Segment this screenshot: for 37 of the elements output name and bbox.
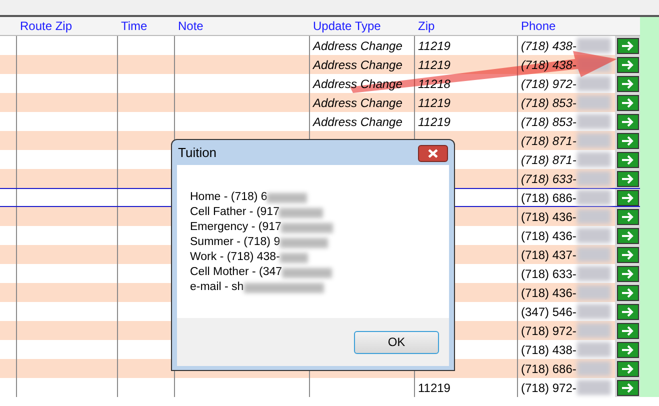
- table-cell-text: (718) 436-: [521, 208, 576, 226]
- table-cell-text: (718) 438-: [521, 342, 576, 358]
- table-cell-text: (718) 438-: [521, 56, 576, 74]
- table-cell-text: (718) 853-: [521, 114, 576, 130]
- table-cell-text: Address Change: [313, 76, 402, 92]
- table-cell-text: (718) 633-: [521, 266, 576, 282]
- table-cell-text: Address Change: [313, 114, 402, 130]
- table-cell-text: 11218: [418, 76, 450, 92]
- table-cell-text: (718) 871-: [521, 152, 576, 168]
- table-cell-text: (718) 972-: [521, 322, 576, 340]
- contact-line: Cell Father - (917: [190, 205, 280, 220]
- dialog-title: Tuition: [178, 144, 217, 162]
- table-cell-text: (718) 436-: [521, 284, 576, 302]
- table-cell-text: (718) 437-: [521, 246, 576, 264]
- table-cell-text: 11219: [418, 56, 450, 74]
- table-cell-text: (718) 686-: [521, 360, 576, 378]
- table-cell-text: 11219: [418, 114, 450, 130]
- table-cell-text: (347) 546-: [521, 304, 576, 320]
- table-cell-text: (718) 871-: [521, 132, 576, 150]
- contact-line: Work - (718) 438-: [190, 250, 280, 265]
- table-cell-text: 11219: [418, 94, 450, 112]
- table-cell-text: 11219: [418, 38, 450, 54]
- table-cell-text: (718) 438-: [521, 38, 576, 54]
- table-cell-text: 11219: [418, 380, 450, 396]
- contact-line: Cell Mother - (347: [190, 265, 282, 280]
- table-cell-text: (718) 436-: [521, 228, 576, 244]
- contact-line: Home - (718) 6: [190, 190, 268, 205]
- contact-line: Summer - (718) 9: [190, 235, 280, 250]
- table-cell-text: Address Change: [313, 38, 402, 54]
- contact-line: e-mail - sh: [190, 280, 244, 295]
- table-cell-text: (718) 972-: [521, 380, 576, 396]
- table-cell-text: (718) 853-: [521, 94, 576, 112]
- table-cell-text: (718) 633-: [521, 170, 576, 188]
- table-cell-text: (718) 972-: [521, 76, 576, 92]
- table-cell-text: Address Change: [313, 56, 402, 74]
- table-cell-text: Address Change: [313, 94, 402, 112]
- table-cell-text: (718) 686-: [521, 190, 576, 206]
